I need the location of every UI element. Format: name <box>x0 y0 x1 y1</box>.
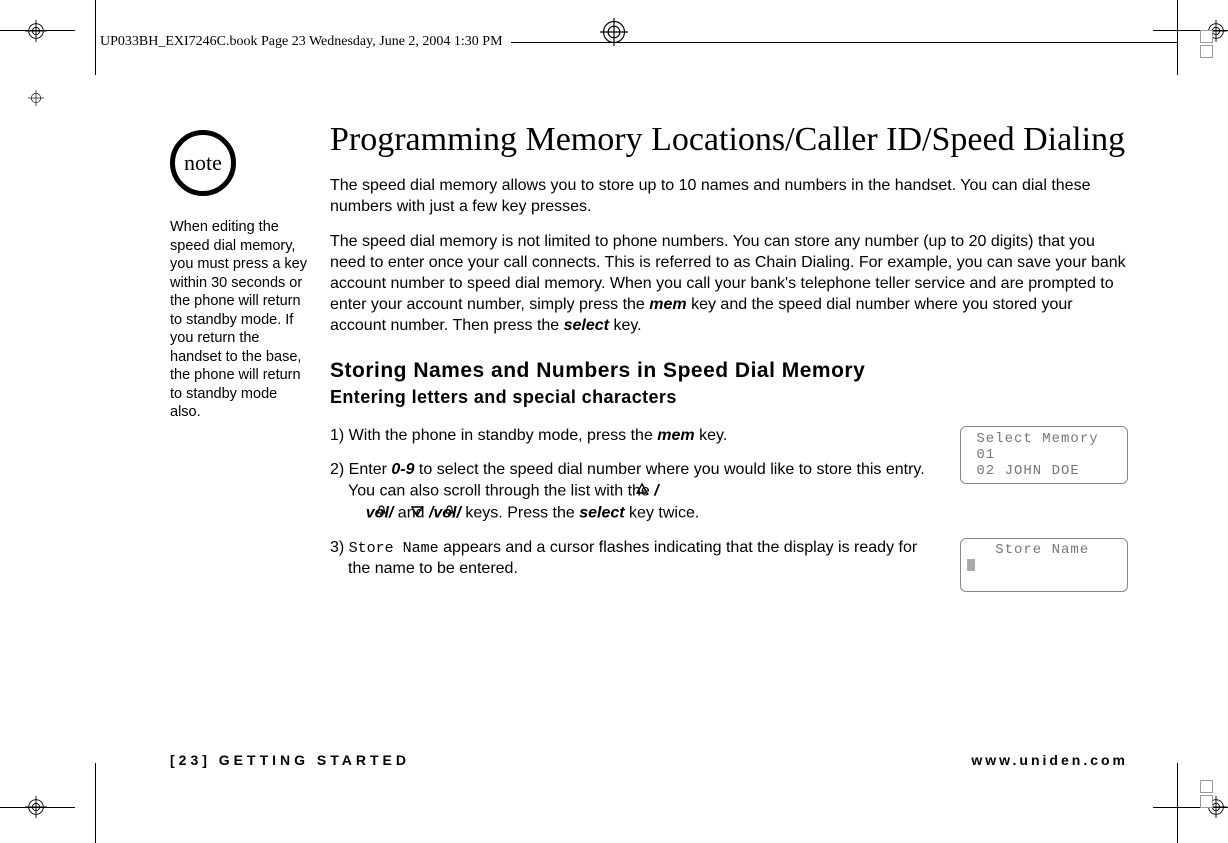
footer-page-section: [23] GETTING STARTED <box>170 752 410 768</box>
step-1-row: 1) With the phone in standby mode, press… <box>330 426 1128 524</box>
page-footer: [23] GETTING STARTED www.uniden.com <box>170 752 1128 768</box>
text-fragment: 1) With the phone in standby mode, press… <box>330 427 657 444</box>
note-sidebar: note When editing the speed dial memory,… <box>170 130 310 422</box>
lcd-display-select-memory: Select Memory 01 02 JOHN DOE <box>960 426 1128 484</box>
cursor-icon <box>967 559 975 571</box>
subheading: Storing Names and Numbers in Speed Dial … <box>330 359 1128 383</box>
step-3: 3) Store Name appears and a cursor flash… <box>330 538 942 580</box>
sub-subheading: Entering letters and special characters <box>330 387 1128 408</box>
registration-mark-icon <box>1205 20 1227 42</box>
main-content: Programming Memory Locations/Caller ID/S… <box>330 120 1128 606</box>
step-3-row: 3) Store Name appears and a cursor flash… <box>330 538 1128 592</box>
header-text: UP033BH_EXI7246C.book Page 23 Wednesday,… <box>95 34 503 50</box>
note-text: When editing the speed dial memory, you … <box>170 218 310 422</box>
lcd-line: Store Name <box>967 542 1089 558</box>
registration-mark-icon <box>1205 796 1227 818</box>
text-fragment: 2) Enter <box>330 461 391 478</box>
intro-paragraph-2: The speed dial memory is not limited to … <box>330 231 1128 337</box>
color-bars-icon <box>1200 30 1213 58</box>
step-1: 1) With the phone in standby mode, press… <box>330 426 942 447</box>
page-title: Programming Memory Locations/Caller ID/S… <box>330 120 1128 161</box>
text-fragment: key. <box>609 317 642 334</box>
text-fragment: key twice. <box>625 504 700 521</box>
key-label-select: select <box>564 317 609 334</box>
lcd-display-store-name: Store Name <box>960 538 1128 592</box>
registration-mark-icon <box>28 90 44 106</box>
color-bars-icon <box>1200 780 1213 808</box>
intro-paragraph-1: The speed dial memory allows you to stor… <box>330 175 1128 217</box>
key-label-mem: mem <box>649 296 686 313</box>
key-label-digits: 0-9 <box>391 461 414 478</box>
text-fragment: 3) <box>330 539 349 556</box>
key-label-select: select <box>579 504 624 521</box>
footer-url: www.uniden.com <box>971 752 1128 768</box>
note-badge: note <box>170 130 236 196</box>
lcd-text-inline: Store Name <box>349 540 439 557</box>
page-header: UP033BH_EXI7246C.book Page 23 Wednesday,… <box>95 34 1178 50</box>
key-label-mem: mem <box>657 427 694 444</box>
text-fragment: keys. Press the <box>461 504 579 521</box>
step-2: 2) Enter 0-9 to select the speed dial nu… <box>330 460 942 524</box>
text-fragment: key. <box>695 427 728 444</box>
registration-mark-icon <box>25 796 47 818</box>
registration-mark-icon <box>25 20 47 42</box>
